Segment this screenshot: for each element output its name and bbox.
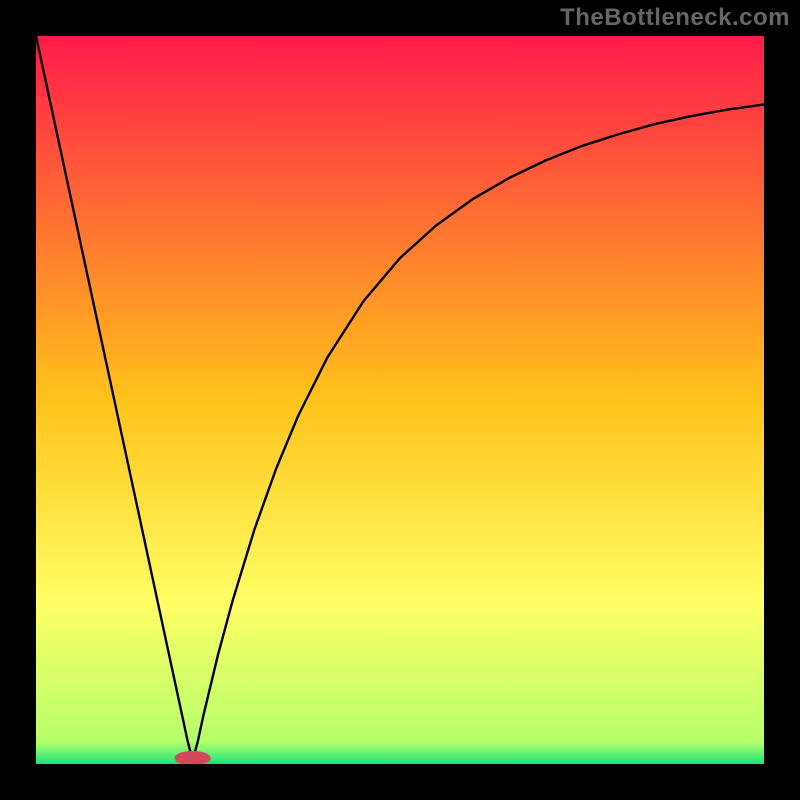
chart-svg [36,36,764,764]
gradient-background [36,36,764,764]
plot-area [36,36,764,764]
watermark-text: TheBottleneck.com [560,4,790,32]
chart-outer: TheBottleneck.com [0,0,800,800]
